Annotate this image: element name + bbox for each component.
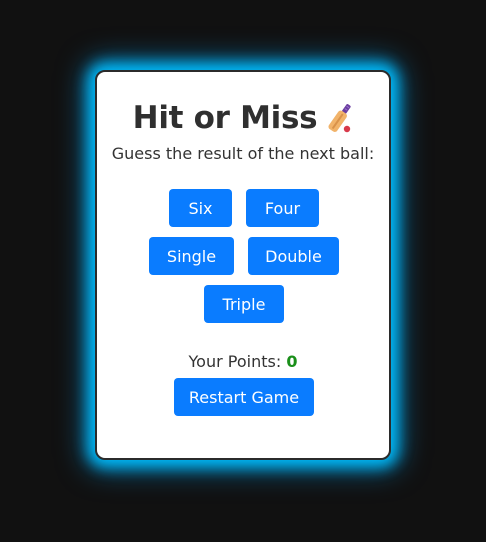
- cricket-bat-icon: [327, 101, 353, 135]
- restart-game-button[interactable]: Restart Game: [174, 378, 314, 416]
- score-display: Your Points: 0: [97, 352, 389, 371]
- game-stage: Hit or Miss Guess the result of the next…: [0, 0, 486, 542]
- title-row: Hit or Miss: [97, 98, 389, 138]
- double-button[interactable]: Double: [248, 237, 339, 275]
- game-instructions: Guess the result of the next ball:: [111, 144, 375, 163]
- triple-button[interactable]: Triple: [204, 285, 284, 323]
- game-card: Hit or Miss Guess the result of the next…: [95, 70, 391, 460]
- score-label: Your Points:: [188, 352, 282, 371]
- single-button[interactable]: Single: [149, 237, 234, 275]
- six-button[interactable]: Six: [169, 189, 232, 227]
- score-value: 0: [286, 352, 298, 371]
- game-title: Hit or Miss: [132, 100, 318, 136]
- four-button[interactable]: Four: [246, 189, 319, 227]
